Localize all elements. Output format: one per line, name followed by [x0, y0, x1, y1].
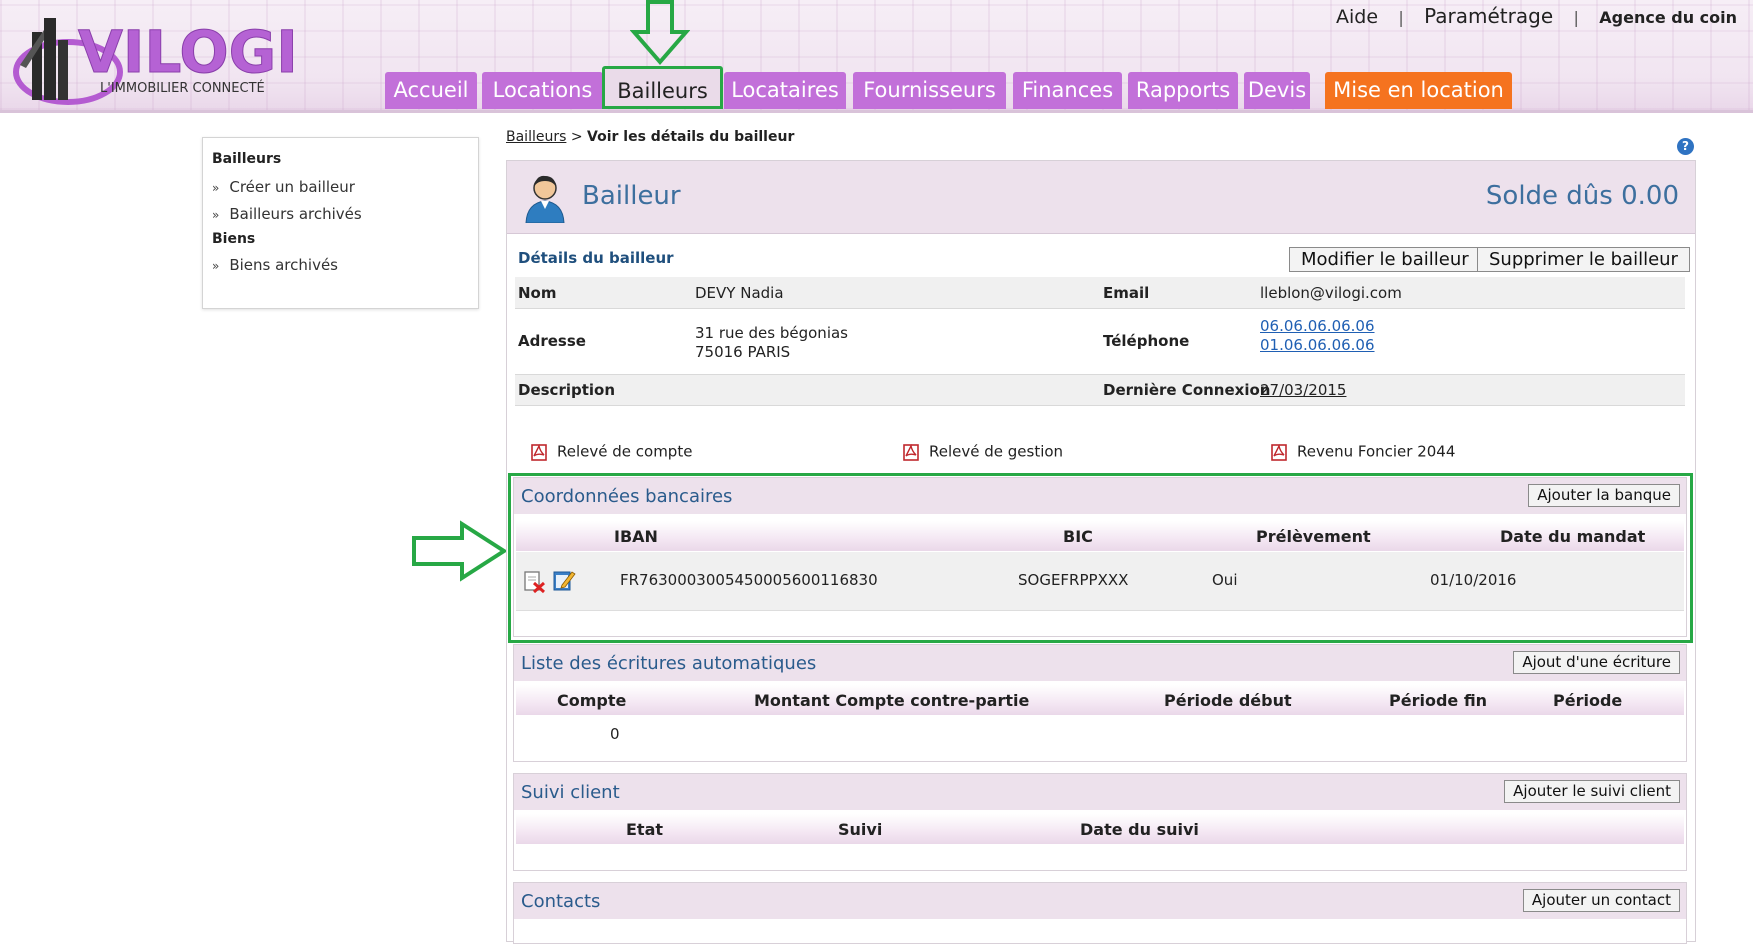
- description-label: Description: [518, 381, 616, 399]
- doc-label: Relevé de gestion: [929, 442, 1064, 461]
- pdf-icon: [1271, 443, 1287, 461]
- doc-releve-gestion[interactable]: Relevé de gestion: [901, 442, 1063, 462]
- sidebar-item-label: Créer un bailleur: [229, 178, 355, 196]
- nom-label: Nom: [518, 284, 557, 302]
- col-montant: Montant Compte contre-partie: [754, 691, 1030, 710]
- header: VILOGI L'IMMOBILIER CONNECTÉ Aide | Para…: [0, 0, 1753, 113]
- solde-value: Solde dûs 0.00: [1485, 181, 1679, 211]
- breadcrumb: Bailleurs > Voir les détails du bailleur: [506, 129, 794, 145]
- doc-label: Revenu Foncier 2044: [1297, 442, 1456, 461]
- contacts-section-title: Contacts: [521, 891, 601, 912]
- suivi-table-header: Etat Suivi Date du suivi: [516, 814, 1684, 844]
- doc-revenu-foncier[interactable]: Revenu Foncier 2044: [1269, 442, 1455, 462]
- sidebar-item-bailleurs-archives[interactable]: » Bailleurs archivés: [212, 205, 362, 223]
- doc-label: Relevé de compte: [557, 442, 693, 461]
- ecritures-section: Liste des écritures automatiques Ajout d…: [513, 644, 1687, 762]
- ecritures-section-title: Liste des écritures automatiques: [521, 653, 817, 674]
- breadcrumb-bailleurs-link[interactable]: Bailleurs: [506, 129, 566, 145]
- sidebar-item-creer-bailleur[interactable]: » Créer un bailleur: [212, 178, 355, 196]
- email-label: Email: [1103, 284, 1150, 302]
- breadcrumb-separator: >: [570, 129, 583, 145]
- tab-devis[interactable]: Devis: [1244, 72, 1310, 109]
- detail-row-adresse: Adresse 31 rue des bégonias 75016 PARIS …: [515, 309, 1685, 375]
- suivi-section-title: Suivi client: [521, 782, 620, 803]
- contacts-section-header: Contacts Ajouter un contact: [514, 883, 1686, 919]
- col-date-suivi: Date du suivi: [1080, 820, 1199, 839]
- adresse-line1: 31 rue des bégonias: [695, 324, 848, 342]
- logo-tagline: L'IMMOBILIER CONNECTÉ: [100, 80, 265, 96]
- telephone-label: Téléphone: [1103, 332, 1190, 350]
- nom-value: DEVY Nadia: [695, 284, 784, 302]
- person-icon: [525, 175, 565, 223]
- breadcrumb-current: Voir les détails du bailleur: [587, 129, 795, 145]
- tab-accueil[interactable]: Accueil: [385, 72, 477, 109]
- sidebar-item-biens-archives[interactable]: » Biens archivés: [212, 256, 338, 274]
- col-periode: Période: [1553, 691, 1623, 710]
- panel-title: Bailleur: [582, 181, 681, 211]
- adresse-line2: 75016 PARIS: [695, 343, 791, 361]
- sidebar-item-label: Biens archivés: [229, 256, 338, 274]
- tab-bailleurs[interactable]: Bailleurs: [602, 66, 723, 109]
- telephone1-link[interactable]: 06.06.06.06.06: [1260, 317, 1375, 335]
- pdf-icon: [531, 443, 547, 461]
- aide-link[interactable]: Aide: [1336, 6, 1378, 28]
- agence-link[interactable]: Agence du coin: [1599, 8, 1737, 27]
- compte-value: 0: [610, 725, 620, 743]
- modify-bailleur-button[interactable]: Modifier le bailleur: [1289, 247, 1481, 272]
- vilogi-logo[interactable]: VILOGI L'IMMOBILIER CONNECTÉ: [8, 10, 328, 110]
- right-arrow-annotation-icon: [412, 520, 508, 582]
- col-compte: Compte: [557, 691, 627, 710]
- add-suivi-button[interactable]: Ajouter le suivi client: [1504, 780, 1680, 803]
- col-suivi: Suivi: [838, 820, 883, 839]
- detail-row-description: Description Dernière Connexion 27/03/201…: [515, 375, 1685, 406]
- chevron-double-right-icon: »: [212, 208, 220, 222]
- pdf-icon: [903, 443, 919, 461]
- logo-text: VILOGI: [78, 18, 298, 86]
- adresse-label: Adresse: [518, 332, 586, 350]
- sidebar-heading-bailleurs: Bailleurs: [212, 151, 282, 167]
- col-etat: Etat: [626, 820, 664, 839]
- ecritures-section-header: Liste des écritures automatiques Ajout d…: [514, 645, 1686, 681]
- email-value: lleblon@vilogi.com: [1260, 284, 1402, 302]
- bank-highlight-frame: [508, 473, 1693, 643]
- down-arrow-annotation-icon: [630, 0, 690, 66]
- col-periode-debut: Période début: [1164, 691, 1292, 710]
- panel-header: Bailleur Solde dûs 0.00: [507, 161, 1695, 234]
- tab-rapports[interactable]: Rapports: [1128, 72, 1238, 109]
- details-heading: Détails du bailleur: [518, 249, 674, 267]
- sidebar-heading-biens: Biens: [212, 231, 256, 247]
- tab-locations[interactable]: Locations: [482, 72, 603, 109]
- parametrage-link[interactable]: Paramétrage: [1424, 4, 1553, 28]
- ecritures-table-header: Compte Montant Compte contre-partie Péri…: [516, 685, 1684, 715]
- add-contact-button[interactable]: Ajouter un contact: [1522, 889, 1680, 912]
- suivi-section-header: Suivi client Ajouter le suivi client: [514, 774, 1686, 810]
- sidebar-item-label: Bailleurs archivés: [229, 205, 362, 223]
- chevron-double-right-icon: »: [212, 181, 220, 195]
- top-links: Aide | Paramétrage | Agence du coin: [1335, 4, 1737, 28]
- derniere-connexion-value: 27/03/2015: [1260, 381, 1347, 399]
- add-ecriture-button[interactable]: Ajout d'une écriture: [1513, 651, 1680, 674]
- tab-locataires[interactable]: Locataires: [724, 72, 846, 109]
- suivi-section: Suivi client Ajouter le suivi client Eta…: [513, 773, 1687, 871]
- derniere-connexion-label: Dernière Connexion: [1103, 381, 1271, 399]
- telephone2-link[interactable]: 01.06.06.06.06: [1260, 336, 1375, 354]
- tab-finances[interactable]: Finances: [1013, 72, 1122, 109]
- col-periode-fin: Période fin: [1389, 691, 1488, 710]
- delete-bailleur-button[interactable]: Supprimer le bailleur: [1477, 247, 1690, 272]
- chevron-double-right-icon: »: [212, 259, 220, 273]
- tab-fournisseurs[interactable]: Fournisseurs: [853, 72, 1006, 109]
- tab-mise-en-location[interactable]: Mise en location: [1325, 72, 1512, 109]
- detail-row-nom: Nom DEVY Nadia Email lleblon@vilogi.com: [515, 277, 1685, 309]
- help-icon[interactable]: ?: [1677, 138, 1694, 155]
- sidebar: Bailleurs » Créer un bailleur » Bailleurs …: [202, 137, 479, 309]
- doc-releve-compte[interactable]: Relevé de compte: [529, 442, 692, 462]
- contacts-section: Contacts Ajouter un contact: [513, 882, 1687, 944]
